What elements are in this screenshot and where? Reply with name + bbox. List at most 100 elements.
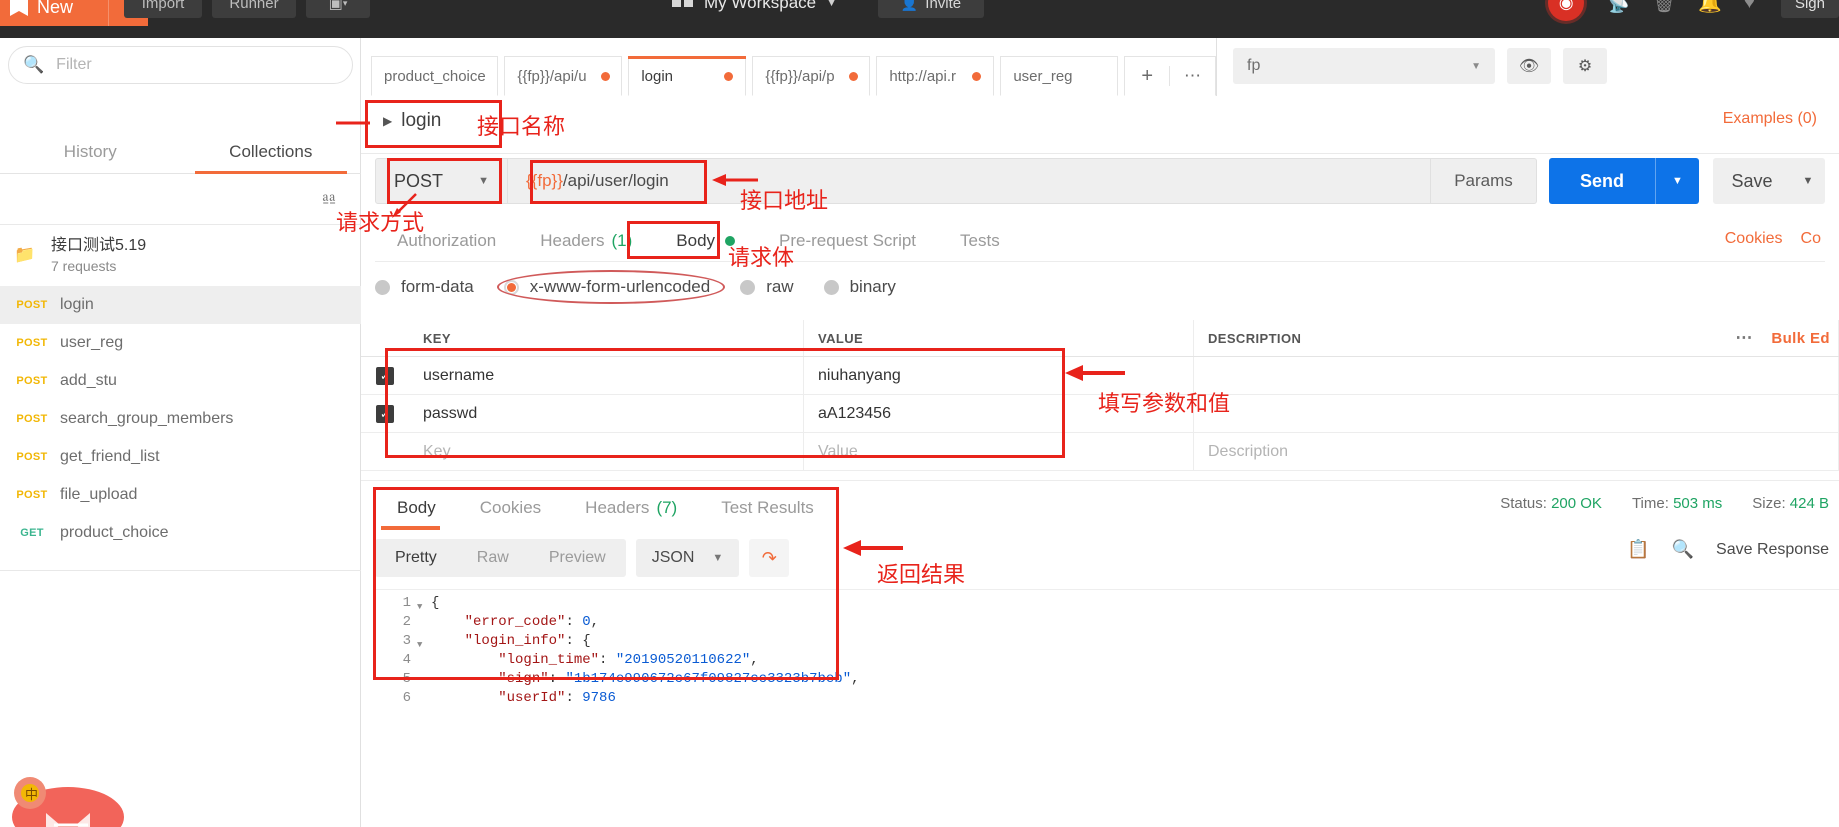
new-folder-icon[interactable]: ⎂ bbox=[321, 188, 337, 211]
radio-raw[interactable]: raw bbox=[740, 277, 794, 297]
request-title-label: login bbox=[401, 110, 442, 131]
radio-binary[interactable]: binary bbox=[823, 277, 896, 297]
format-pretty[interactable]: Pretty bbox=[375, 539, 457, 577]
list-item[interactable]: POST user_reg bbox=[0, 324, 361, 362]
send-button[interactable]: Send bbox=[1549, 158, 1655, 204]
gear-icon[interactable]: ⚙ bbox=[1563, 48, 1607, 84]
request-tab[interactable]: product_choice bbox=[371, 56, 499, 96]
signin-button[interactable]: Sign bbox=[1780, 0, 1839, 18]
url-path: /api/user/login bbox=[562, 171, 669, 190]
request-tab[interactable]: http://api.r bbox=[876, 56, 995, 96]
tab-headers[interactable]: Headers (1) bbox=[518, 231, 654, 251]
request-tab[interactable]: user_reg bbox=[1000, 56, 1119, 96]
bell-icon[interactable]: 🔔 bbox=[1698, 0, 1722, 15]
row-checkbox-cell[interactable]: ✓ bbox=[361, 357, 409, 394]
checkbox-checked-icon[interactable]: ✓ bbox=[376, 404, 394, 423]
trash-icon[interactable]: 🗑 bbox=[1652, 0, 1676, 15]
save-response-button[interactable]: Save Response bbox=[1716, 541, 1829, 559]
unsaved-dot-icon bbox=[600, 71, 610, 81]
invite-button[interactable]: 👤 Invite bbox=[878, 0, 984, 18]
checkbox-checked-icon[interactable]: ✓ bbox=[376, 366, 394, 385]
annotation-label-response: 返回结果 bbox=[877, 563, 966, 588]
send-dropdown-caret[interactable]: ▼ bbox=[1655, 158, 1699, 204]
radio-form-data[interactable]: form-data bbox=[375, 277, 474, 297]
tab-collections[interactable]: Collections bbox=[181, 130, 362, 174]
response-code-viewer[interactable]: 1 ▼ { 2 "error_code": 0, 3 ▼ "login_info… bbox=[375, 589, 1839, 827]
unsaved-dot-icon bbox=[724, 71, 734, 81]
plus-icon[interactable]: + bbox=[1125, 65, 1169, 88]
examples-link[interactable]: Examples (0) bbox=[1723, 110, 1817, 128]
row-checkbox-cell[interactable]: ✓ bbox=[361, 395, 409, 432]
params-button[interactable]: Params bbox=[1431, 158, 1537, 204]
row-key[interactable]: username bbox=[409, 357, 804, 394]
ellipsis-icon[interactable]: ⋯ bbox=[1169, 66, 1215, 86]
list-item[interactable]: POST get_friend_list bbox=[0, 438, 361, 476]
annotation-arrow-request-name bbox=[336, 121, 370, 125]
row-value-placeholder[interactable]: Value bbox=[804, 433, 1194, 470]
heart-icon[interactable]: ♥ bbox=[1744, 0, 1755, 14]
satellite-icon[interactable]: 📡 bbox=[1606, 0, 1630, 15]
request-tab[interactable]: {{fp}}/api/p bbox=[752, 56, 871, 96]
environment-select[interactable]: fp ▼ bbox=[1233, 48, 1495, 84]
row-key[interactable]: passwd bbox=[409, 395, 804, 432]
word-wrap-icon[interactable]: ↷ bbox=[749, 539, 790, 577]
row-description[interactable] bbox=[1194, 357, 1839, 394]
list-item[interactable]: POST search_group_members bbox=[0, 400, 361, 438]
time-value: 503 ms bbox=[1673, 495, 1723, 512]
response-tab-headers[interactable]: Headers (7) bbox=[563, 489, 699, 527]
copy-icon[interactable]: 📋 bbox=[1627, 539, 1649, 560]
tab-history[interactable]: History bbox=[0, 130, 181, 173]
sync-error-icon[interactable]: ◉ bbox=[1548, 0, 1585, 21]
request-tab[interactable]: {{fp}}/api/u bbox=[504, 56, 623, 96]
annotation-label-request-name: 接口名称 bbox=[477, 115, 566, 140]
ellipsis-icon[interactable]: ⋯ bbox=[1735, 328, 1753, 348]
response-tab-test-results[interactable]: Test Results bbox=[699, 489, 836, 527]
list-item[interactable]: POST file_upload bbox=[0, 476, 361, 514]
header-checkbox-cell bbox=[361, 320, 409, 356]
language-select[interactable]: JSON ▼ bbox=[635, 539, 740, 577]
tab-tests[interactable]: Tests bbox=[938, 231, 1022, 251]
url-input[interactable]: {{fp}}/api/user/login bbox=[508, 158, 1431, 204]
code-key: "login_time" bbox=[498, 652, 600, 668]
row-description-placeholder[interactable]: Description bbox=[1194, 433, 1839, 470]
request-tab-label: {{fp}}/api/u bbox=[517, 67, 587, 85]
format-preview[interactable]: Preview bbox=[529, 539, 626, 577]
workspace-selector[interactable]: My Workspace ▼ bbox=[672, 0, 837, 18]
list-item[interactable]: POST login bbox=[0, 286, 361, 324]
response-tab-body[interactable]: Body bbox=[375, 489, 458, 530]
request-title[interactable]: ▶ login bbox=[373, 104, 451, 138]
collection-item[interactable]: 📁 接口测试5.19 7 requests bbox=[0, 226, 361, 284]
list-item[interactable]: GET product_choice bbox=[0, 514, 361, 552]
table-row-placeholder[interactable]: Key Value Description bbox=[361, 433, 1839, 471]
line-number: 3 bbox=[402, 633, 411, 649]
request-tab-active[interactable]: login bbox=[628, 56, 747, 96]
filter-input[interactable]: 🔍 Filter bbox=[8, 46, 353, 84]
import-button[interactable]: Import bbox=[124, 0, 202, 18]
row-key-placeholder[interactable]: Key bbox=[409, 433, 804, 470]
request-tab-label: http://api.r bbox=[889, 67, 957, 85]
row-description[interactable] bbox=[1194, 395, 1839, 432]
code-value: "20190520110622" bbox=[615, 652, 751, 668]
fold-arrow-icon[interactable]: ▼ bbox=[417, 594, 431, 613]
save-button[interactable]: Save bbox=[1713, 158, 1791, 204]
bulk-edit-link[interactable]: Bulk Ed bbox=[1771, 330, 1830, 347]
row-checkbox-cell[interactable] bbox=[361, 433, 409, 470]
radio-icon bbox=[503, 279, 519, 295]
search-icon[interactable]: 🔍 bbox=[1672, 539, 1694, 560]
request-name: search_group_members bbox=[60, 410, 234, 427]
format-raw[interactable]: Raw bbox=[457, 539, 529, 577]
folder-icon: 📁 bbox=[14, 245, 36, 264]
fold-arrow-icon[interactable]: ▼ bbox=[417, 632, 431, 651]
cookies-link[interactable]: Cookies bbox=[1725, 230, 1783, 248]
new-tab-icon[interactable]: ▣ ▾ bbox=[306, 0, 370, 18]
eye-icon[interactable]: 👁 bbox=[1507, 48, 1551, 84]
code-link[interactable]: Co bbox=[1801, 230, 1821, 248]
code-key: "userId" bbox=[498, 690, 566, 706]
response-tab-cookies[interactable]: Cookies bbox=[458, 489, 563, 527]
list-item[interactable]: POST add_stu bbox=[0, 362, 361, 400]
new-button[interactable]: New bbox=[0, 0, 108, 26]
runner-button[interactable]: Runner bbox=[212, 0, 296, 18]
radio-x-www-form-urlencoded[interactable]: x-www-form-urlencoded bbox=[503, 277, 710, 297]
save-dropdown-caret[interactable]: ▼ bbox=[1791, 158, 1825, 204]
